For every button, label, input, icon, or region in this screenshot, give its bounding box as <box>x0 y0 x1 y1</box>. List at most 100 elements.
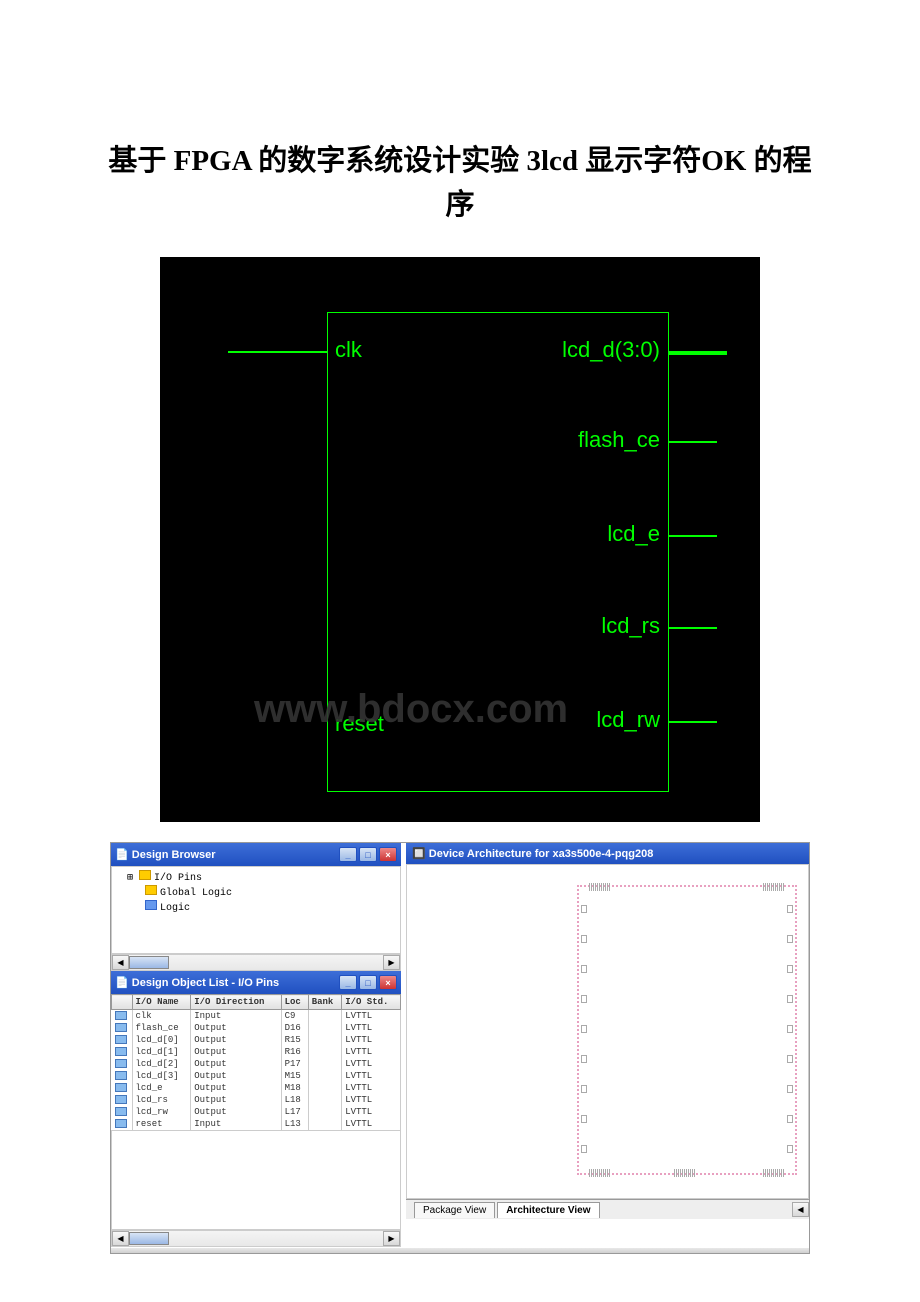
table-row[interactable]: lcd_rsOutputL18LVTTL <box>112 1094 401 1106</box>
cell-bank <box>308 1058 341 1070</box>
table-row[interactable]: lcd_d[3]OutputM15LVTTL <box>112 1070 401 1082</box>
io-table-area: I/O Name I/O Direction Loc Bank I/O Std.… <box>111 994 401 1230</box>
cell-std: LVTTL <box>342 1022 401 1034</box>
th-loc[interactable]: Loc <box>281 995 308 1010</box>
scroll-left-icon[interactable]: ◀ <box>112 955 129 970</box>
tree-scrollbar[interactable]: ◀ ▶ <box>111 954 401 971</box>
port-lcd-rw: lcd_rw <box>596 707 660 733</box>
cell-dir: Input <box>191 1118 281 1130</box>
tab-architecture-view[interactable]: Architecture View <box>497 1202 599 1218</box>
cell-loc: L17 <box>281 1106 308 1118</box>
th-name[interactable]: I/O Name <box>132 995 191 1010</box>
wire-flash-ce <box>669 441 717 443</box>
scroll-right-icon[interactable]: ▶ <box>383 955 400 970</box>
cell-std: LVTTL <box>342 1046 401 1058</box>
cell-name: lcd_d[3] <box>132 1070 191 1082</box>
tree-item-global-logic[interactable]: Global Logic <box>115 885 397 900</box>
port-lcd-d: lcd_d(3:0) <box>562 337 660 363</box>
cell-std: LVTTL <box>342 1094 401 1106</box>
wire-lcd-rw <box>669 721 717 723</box>
cell-dir: Input <box>191 1010 281 1023</box>
pin-icon <box>115 1095 127 1104</box>
tab-scroll-left-icon[interactable]: ◀ <box>792 1202 809 1217</box>
cell-name: lcd_d[1] <box>132 1046 191 1058</box>
cell-name: lcd_d[0] <box>132 1034 191 1046</box>
view-tabs: Package View Architecture View ◀ <box>406 1199 809 1219</box>
close-button[interactable]: × <box>379 847 397 862</box>
th-icon[interactable] <box>112 995 133 1010</box>
minimize-button[interactable]: _ <box>339 847 357 862</box>
cell-dir: Output <box>191 1034 281 1046</box>
table-row[interactable]: clkInputC9 LVTTL <box>112 1010 401 1023</box>
cell-name: lcd_d[2] <box>132 1058 191 1070</box>
device-architecture-view[interactable] <box>406 864 809 1199</box>
wire-lcd-rs <box>669 627 717 629</box>
pin-icon <box>115 1011 127 1020</box>
table-row[interactable]: lcd_d[1]OutputR16LVTTL <box>112 1046 401 1058</box>
cell-std: LVTTL <box>342 1034 401 1046</box>
scroll-thumb[interactable] <box>129 956 169 969</box>
cell-name: reset <box>132 1118 191 1130</box>
cell-bank <box>308 1010 341 1023</box>
doc-icon: 🔲 <box>412 848 426 860</box>
maximize-button[interactable]: □ <box>359 975 377 990</box>
cell-dir: Output <box>191 1070 281 1082</box>
table-row[interactable]: lcd_d[0]OutputR15LVTTL <box>112 1034 401 1046</box>
cell-name: clk <box>132 1010 191 1023</box>
pin-icon <box>115 1107 127 1116</box>
cell-std: LVTTL <box>342 1010 401 1023</box>
table-row[interactable]: lcd_eOutputM18LVTTL <box>112 1082 401 1094</box>
port-flash-ce: flash_ce <box>578 427 660 453</box>
io-pins-table[interactable]: I/O Name I/O Direction Loc Bank I/O Std.… <box>111 994 401 1130</box>
table-row[interactable]: flash_ceOutputD16LVTTL <box>112 1022 401 1034</box>
table-empty-area <box>111 1130 401 1230</box>
cell-std: LVTTL <box>342 1070 401 1082</box>
cell-std: LVTTL <box>342 1058 401 1070</box>
cell-loc: P17 <box>281 1058 308 1070</box>
cell-dir: Output <box>191 1082 281 1094</box>
close-button[interactable]: × <box>379 975 397 990</box>
pin-icon <box>115 1059 127 1068</box>
table-row[interactable]: lcd_d[2]OutputP17 LVTTL <box>112 1058 401 1070</box>
minimize-button[interactable]: _ <box>339 975 357 990</box>
scroll-thumb[interactable] <box>129 1232 169 1245</box>
tree-item-logic[interactable]: Logic <box>115 900 397 915</box>
port-clk: clk <box>335 337 362 363</box>
wire-lcd-d <box>669 351 727 355</box>
design-tree[interactable]: ⊞ I/O Pins Global Logic Logic <box>111 866 401 954</box>
design-browser-titlebar: 📄 Design Browser _ □ × <box>111 843 401 866</box>
cell-loc: L13 <box>281 1118 308 1130</box>
tab-package-view[interactable]: Package View <box>414 1202 495 1218</box>
cell-std: LVTTL <box>342 1118 401 1130</box>
object-list-titlebar: 📄 Design Object List - I/O Pins _ □ × <box>111 971 401 994</box>
tree-item-io-pins[interactable]: ⊞ I/O Pins <box>115 870 397 885</box>
cell-dir: Output <box>191 1058 281 1070</box>
cell-name: lcd_e <box>132 1082 191 1094</box>
scroll-right-icon[interactable]: ▶ <box>383 1231 400 1246</box>
document-title: 基于 FPGA 的数字系统设计实验 3lcd 显示字符OK 的程序 <box>100 140 820 227</box>
th-direction[interactable]: I/O Direction <box>191 995 281 1010</box>
table-row[interactable]: lcd_rwOutputL17LVTTL <box>112 1106 401 1118</box>
design-browser-title: Design Browser <box>132 849 216 861</box>
cell-loc: D16 <box>281 1022 308 1034</box>
th-bank[interactable]: Bank <box>308 995 341 1010</box>
cell-loc: C9 <box>281 1010 308 1023</box>
cell-loc: M18 <box>281 1082 308 1094</box>
cell-bank <box>308 1046 341 1058</box>
th-std[interactable]: I/O Std. <box>342 995 401 1010</box>
left-pane: 📄 Design Browser _ □ × ⊞ I/O Pins Global… <box>111 843 401 1247</box>
port-lcd-rs: lcd_rs <box>601 613 660 639</box>
pin-icon <box>115 1035 127 1044</box>
cell-bank <box>308 1022 341 1034</box>
object-list-title: Design Object List - I/O Pins <box>132 977 279 989</box>
pin-icon <box>115 1083 127 1092</box>
table-scrollbar[interactable]: ◀ ▶ <box>111 1230 401 1247</box>
cell-bank <box>308 1082 341 1094</box>
device-pane: 🔲 Device Architecture for xa3s500e-4-pqg… <box>406 843 809 1253</box>
pin-icon <box>115 1119 127 1128</box>
cell-dir: Output <box>191 1046 281 1058</box>
table-row[interactable]: resetInputL13 LVTTL <box>112 1118 401 1130</box>
maximize-button[interactable]: □ <box>359 847 377 862</box>
scroll-left-icon[interactable]: ◀ <box>112 1231 129 1246</box>
cell-bank <box>308 1070 341 1082</box>
